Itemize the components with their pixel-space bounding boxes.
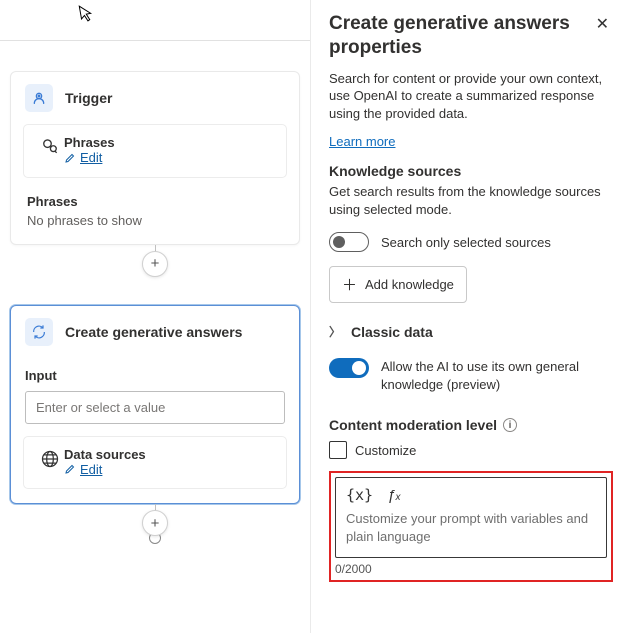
connector-2: + <box>10 504 300 534</box>
general-knowledge-label: Allow the AI to use its own general know… <box>381 358 613 393</box>
trigger-node[interactable]: Trigger Phrases Edit Phrases No phrases … <box>10 71 300 245</box>
search-selected-label: Search only selected sources <box>381 235 551 250</box>
add-knowledge-label: Add knowledge <box>365 277 454 292</box>
add-node-button-2[interactable]: + <box>142 510 168 536</box>
knowledge-sources-heading: Knowledge sources <box>329 163 613 179</box>
gen-title: Create generative answers <box>65 324 242 340</box>
canvas-pane: Trigger Phrases Edit Phrases No phrases … <box>0 0 310 633</box>
general-knowledge-toggle[interactable] <box>329 358 369 378</box>
datasources-edit-link[interactable]: Edit <box>64 462 102 477</box>
divider <box>0 40 310 41</box>
chevron-right-icon: 〉 <box>329 323 341 340</box>
sparkle-refresh-icon <box>25 318 53 346</box>
prompt-textarea[interactable]: {x} ƒx Customize your prompt with variab… <box>335 477 607 558</box>
generative-answers-node[interactable]: Create generative answers Input Enter or… <box>10 305 300 505</box>
customize-checkbox[interactable] <box>329 441 347 459</box>
globe-icon <box>36 447 64 469</box>
formula-icon[interactable]: ƒx <box>387 487 400 504</box>
edit-label: Edit <box>80 150 102 165</box>
plus-icon: ＋ <box>342 274 357 295</box>
highlight-box: {x} ƒx Customize your prompt with variab… <box>329 471 613 582</box>
input-field[interactable]: Enter or select a value <box>25 391 285 424</box>
datasources-title: Data sources <box>64 447 274 462</box>
input-placeholder: Enter or select a value <box>36 400 165 415</box>
properties-panel: Create generative answers properties ✕ S… <box>310 0 631 633</box>
prompt-placeholder: Customize your prompt with variables and… <box>346 510 596 545</box>
phrases-edit-link[interactable]: Edit <box>64 150 102 165</box>
add-knowledge-button[interactable]: ＋ Add knowledge <box>329 266 467 303</box>
gen-header: Create generative answers <box>11 306 299 358</box>
variable-icon[interactable]: {x} <box>346 486 373 504</box>
trigger-title: Trigger <box>65 90 112 106</box>
phrases-section-title: Phrases <box>27 194 283 209</box>
datasources-card[interactable]: Data sources Edit <box>23 436 287 490</box>
panel-title: Create generative answers properties <box>329 12 592 60</box>
char-counter: 0/2000 <box>335 562 607 576</box>
close-icon[interactable]: ✕ <box>592 12 613 36</box>
input-label: Input <box>11 358 299 391</box>
phrases-empty-section: Phrases No phrases to show <box>11 190 299 244</box>
classic-data-label: Classic data <box>351 324 433 340</box>
phrases-empty-text: No phrases to show <box>27 213 283 228</box>
edit-label: Edit <box>80 462 102 477</box>
phrases-card[interactable]: Phrases Edit <box>23 124 287 178</box>
panel-description: Search for content or provide your own c… <box>329 70 613 123</box>
trigger-icon <box>25 84 53 112</box>
info-icon[interactable]: i <box>503 418 517 432</box>
connector: + <box>10 245 300 275</box>
knowledge-sources-desc: Get search results from the knowledge so… <box>329 183 613 218</box>
classic-data-section[interactable]: 〉 Classic data <box>329 323 613 340</box>
search-selected-toggle[interactable] <box>329 232 369 252</box>
customize-label: Customize <box>355 443 416 458</box>
phrases-card-title: Phrases <box>64 135 274 150</box>
content-moderation-heading: Content moderation level <box>329 417 497 433</box>
trigger-header: Trigger <box>11 72 299 124</box>
phrases-icon <box>36 135 64 157</box>
add-node-button[interactable]: + <box>142 251 168 277</box>
learn-more-link[interactable]: Learn more <box>329 134 395 149</box>
